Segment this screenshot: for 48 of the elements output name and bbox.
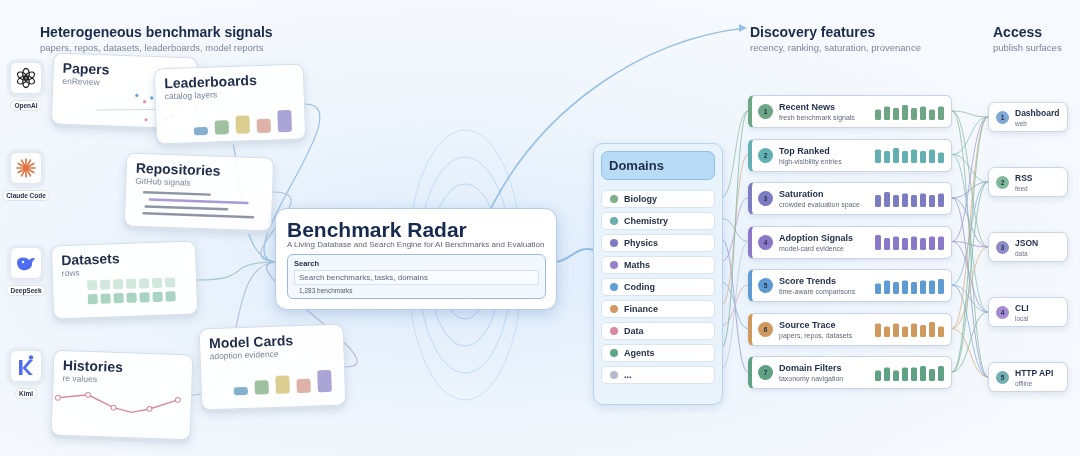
domain-item[interactable]: Maths [601, 256, 715, 274]
card-subtitle: catalog layers [164, 89, 219, 102]
domain-label: Agents [624, 348, 655, 358]
domain-label: Physics [624, 238, 659, 248]
domain-item[interactable]: Chemistry [601, 212, 715, 230]
section-subtitle: papers, repos, datasets, leaderboards, model reports [40, 42, 265, 53]
feature-title: Recent News [779, 102, 837, 112]
access-title: HTTP API [1015, 367, 1055, 378]
domains-title: Domains [601, 151, 715, 180]
card-title: Papers [62, 59, 111, 78]
section-subtitle: publish surfaces [993, 42, 1062, 53]
section-title: Access [993, 24, 1044, 40]
feature-title: Adoption Signals [779, 232, 854, 243]
card-subtitle: rows [61, 266, 81, 279]
domain-label: Coding [624, 282, 655, 292]
domain-item[interactable]: Physics [601, 234, 715, 252]
domain-label: Biology [624, 194, 657, 204]
app-subtitle: A Living Database and Search Engine for AI Benchmarks and Evaluation [287, 240, 546, 249]
access-title: Dashboard [1015, 107, 1061, 118]
feature-title: Score Trends [779, 276, 838, 286]
domain-label: Chemistry [624, 216, 668, 226]
access-title: CLI [1015, 302, 1030, 313]
card-subtitle: re values [62, 372, 99, 387]
card-title: Histories [62, 356, 125, 375]
domain-label: Data [624, 326, 644, 336]
access-title: RSS [1015, 172, 1034, 183]
domain-item[interactable]: ... [601, 366, 715, 384]
domain-item[interactable]: Coding [601, 278, 715, 296]
domain-item[interactable]: Finance [601, 300, 715, 318]
domain-item[interactable]: Agents [601, 344, 715, 362]
app-title: Benchmark Radar [287, 219, 468, 240]
domain-label: ... [624, 370, 632, 380]
section-title: Discovery features [750, 24, 877, 40]
section-title: Heterogeneous benchmark signals [40, 24, 273, 40]
section-subtitle: recency, ranking, saturation, provenance [750, 42, 921, 53]
search-field[interactable]: Search benchmarks, tasks, domains [294, 270, 539, 285]
feature-title: Saturation [779, 189, 825, 199]
access-title: JSON [1015, 237, 1040, 248]
feature-title: Top Ranked [779, 145, 831, 156]
domain-label: Maths [624, 260, 650, 270]
card-title: Repositories [135, 159, 222, 179]
feature-title: Domain Filters [779, 363, 843, 373]
card-title: Datasets [61, 249, 121, 269]
domain-item[interactable]: Biology [601, 190, 715, 208]
domain-item[interactable]: Data [601, 322, 715, 340]
feature-title: Source Trace [779, 319, 837, 330]
card-title: Leaderboards [163, 71, 259, 92]
domain-label: Finance [624, 304, 658, 314]
